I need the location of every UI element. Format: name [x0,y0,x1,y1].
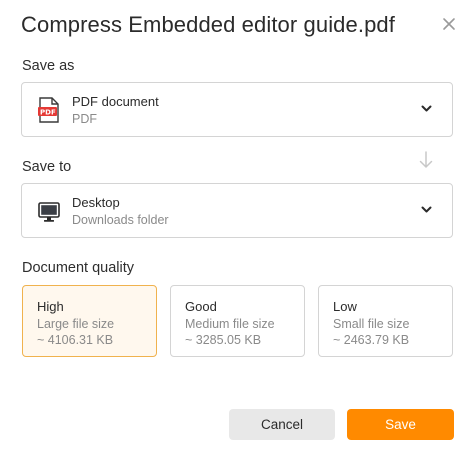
quality-option-high[interactable]: High Large file size ~ 4106.31 KB [22,285,157,357]
chevron-down-icon [421,206,432,213]
arrow-down-icon [419,151,433,168]
quality-option-size: ~ 3285.05 KB [185,333,262,347]
save-to-location-name: Desktop [72,195,120,210]
quality-option-name: High [37,299,64,314]
quality-option-name: Good [185,299,217,314]
pdf-file-icon: PDF [38,97,59,123]
close-icon[interactable] [441,16,457,32]
save-as-label: Save as [22,58,75,74]
svg-text:PDF: PDF [40,109,56,117]
save-as-format-name: PDF document [72,94,159,109]
document-quality-label: Document quality [22,260,135,276]
save-to-location-sub: Downloads folder [72,213,169,227]
save-to-select[interactable]: Desktop Downloads folder [21,183,453,238]
chevron-down-icon [421,105,432,112]
save-to-label: Save to [22,159,72,175]
cancel-button[interactable]: Cancel [229,409,335,440]
dialog-title: Compress Embedded editor guide.pdf [21,12,395,37]
desktop-monitor-icon [38,202,60,222]
quality-option-desc: Large file size [37,317,115,331]
quality-option-desc: Small file size [333,317,410,331]
quality-option-size: ~ 2463.79 KB [333,333,410,347]
quality-option-desc: Medium file size [185,317,275,331]
quality-option-low[interactable]: Low Small file size ~ 2463.79 KB [318,285,453,357]
save-button[interactable]: Save [347,409,454,440]
save-as-format-ext: PDF [72,112,97,126]
quality-option-size: ~ 4106.31 KB [37,333,114,347]
quality-option-good[interactable]: Good Medium file size ~ 3285.05 KB [170,285,305,357]
quality-option-name: Low [333,299,357,314]
save-as-select[interactable]: PDF PDF document PDF [21,82,453,137]
